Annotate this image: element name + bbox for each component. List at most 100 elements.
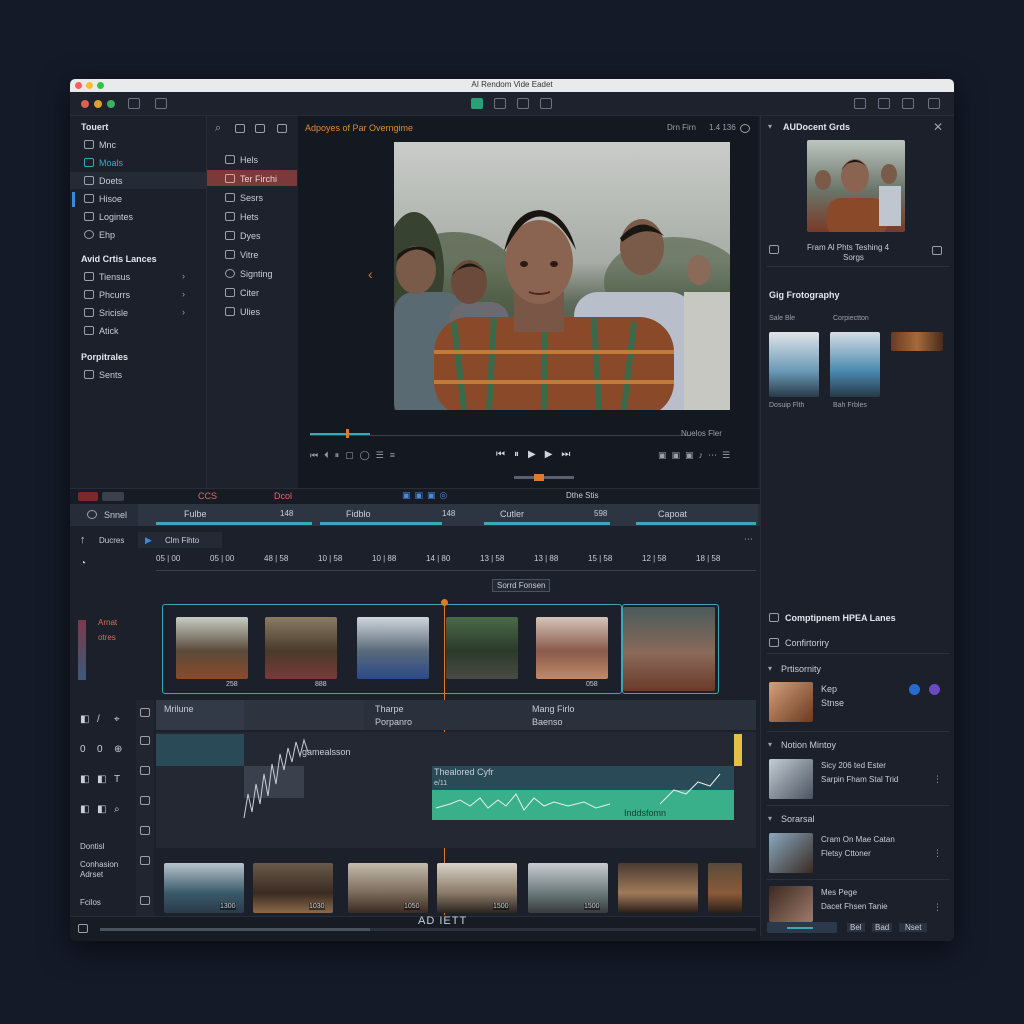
video-clip[interactable] xyxy=(176,617,248,679)
magic-icon[interactable] xyxy=(929,684,940,695)
video-frame[interactable] xyxy=(394,142,730,410)
list-item-title[interactable]: Sicy 206 ted Ester xyxy=(821,761,886,770)
subpanel-item[interactable]: Ulies xyxy=(240,307,260,317)
sidebar-item[interactable]: Moals xyxy=(99,158,123,168)
bottom-button[interactable]: Bel xyxy=(847,923,865,932)
video-clip[interactable] xyxy=(623,607,715,691)
list-item-thumb[interactable] xyxy=(769,833,813,873)
subpanel-item[interactable]: Sesrs xyxy=(240,193,263,203)
list-item-title[interactable]: Cram On Mae Catan xyxy=(821,835,895,844)
tool-icon[interactable]: T xyxy=(114,774,120,785)
settings-button[interactable] xyxy=(540,98,552,109)
mode-button[interactable] xyxy=(102,492,124,501)
video-clip[interactable] xyxy=(357,617,429,679)
text-button[interactable] xyxy=(878,98,890,109)
sidebar-item[interactable]: Doets xyxy=(99,176,123,186)
zoom-slider[interactable] xyxy=(514,476,574,479)
export-icon[interactable] xyxy=(932,246,942,255)
more-icon[interactable]: ⋯ xyxy=(744,534,753,545)
progress-button[interactable] xyxy=(767,922,837,933)
list-item-thumb[interactable] xyxy=(769,886,813,922)
list-item-thumb[interactable] xyxy=(769,682,813,722)
list-item-thumb[interactable] xyxy=(769,759,813,799)
cut-button[interactable] xyxy=(494,98,506,109)
lock-icon[interactable] xyxy=(277,124,287,133)
video-clip[interactable] xyxy=(446,617,518,679)
tool-icon[interactable]: ◧ xyxy=(97,804,106,815)
video-clip[interactable] xyxy=(265,617,337,679)
tool-icon[interactable]: ⌖ xyxy=(114,714,120,725)
arrow-up-icon[interactable]: ↑ xyxy=(80,534,86,546)
track-header[interactable]: Fidblo xyxy=(346,509,371,519)
export-button[interactable] xyxy=(854,98,866,109)
sidebar-item[interactable]: Ehp xyxy=(99,230,115,240)
filmstrip-frame[interactable] xyxy=(708,863,742,913)
scrollbar-thumb[interactable] xyxy=(100,928,370,931)
more-icon[interactable]: ⋮ xyxy=(933,902,942,913)
tool-icon[interactable]: ◧ xyxy=(80,804,89,815)
filmstrip-frame[interactable] xyxy=(618,863,698,913)
track-header[interactable]: Capoat xyxy=(658,509,687,519)
record-button[interactable] xyxy=(78,492,98,501)
tool-icon[interactable]: ◧ xyxy=(80,714,89,725)
scrub-track[interactable] xyxy=(310,435,690,436)
share-button[interactable] xyxy=(928,98,940,109)
import-icon[interactable] xyxy=(235,124,245,133)
subpanel-item[interactable]: Signting xyxy=(240,269,273,279)
grid-view-button[interactable] xyxy=(128,98,140,109)
transport-controls[interactable]: ⏮⏸▶▶⏭ xyxy=(496,449,579,460)
scrub-handle[interactable] xyxy=(346,429,349,438)
tool-icon[interactable]: ◧ xyxy=(97,774,106,785)
timeline-tab[interactable]: Snnel xyxy=(104,510,127,520)
sidebar-item[interactable]: Sricisle xyxy=(99,308,128,318)
gallery-thumb[interactable] xyxy=(769,332,819,397)
lock-icon[interactable] xyxy=(140,796,150,805)
lock-icon[interactable] xyxy=(140,766,150,775)
more-icon[interactable]: ⋮ xyxy=(933,774,942,785)
lock-icon[interactable] xyxy=(140,896,150,905)
sidebar-item[interactable]: Phcurrs xyxy=(99,290,130,300)
sidebar-item[interactable]: Mnc xyxy=(99,140,116,150)
sidebar-item[interactable]: Hisoe xyxy=(99,194,122,204)
panel-button[interactable] xyxy=(902,98,914,109)
like-icon[interactable] xyxy=(255,124,265,133)
collapse-icon[interactable]: ▾ xyxy=(768,814,772,823)
more-icon[interactable]: ⋮ xyxy=(933,848,942,859)
collapse-icon[interactable]: ▾ xyxy=(768,740,772,749)
sidebar-item[interactable]: Sents xyxy=(99,370,122,380)
transport-right-icons[interactable]: ▣▣▣♪⋯☰ xyxy=(658,450,735,461)
time-ruler[interactable]: 05 | 00 05 | 00 48 | 58 10 | 58 10 | 88 14 | … xyxy=(156,554,756,568)
gallery-thumb[interactable] xyxy=(830,332,880,397)
subpanel-item[interactable]: Hels xyxy=(240,155,258,165)
film-button[interactable] xyxy=(517,98,529,109)
search-icon[interactable]: ⌕ xyxy=(215,122,221,135)
tool-icon[interactable]: / xyxy=(97,714,100,725)
audio-clip[interactable] xyxy=(156,734,244,766)
sidebar-item[interactable]: Tiensus xyxy=(99,272,130,282)
inspector-preview[interactable] xyxy=(807,140,905,232)
bottom-button[interactable]: Bad xyxy=(872,923,893,932)
tool-icon[interactable]: ◧ xyxy=(80,774,89,785)
lock-icon[interactable] xyxy=(140,856,150,865)
track-header[interactable]: Fulbe xyxy=(184,509,207,519)
sort-dropdown[interactable]: Sorrd Fonsen xyxy=(492,579,551,592)
zoom-slider-handle[interactable] xyxy=(534,474,544,481)
settings-icon[interactable] xyxy=(740,124,750,133)
video-clip[interactable] xyxy=(536,617,608,679)
lock-icon[interactable] xyxy=(140,708,150,717)
status-icons[interactable]: ▣▣▣◎ xyxy=(402,490,451,501)
subpanel-item[interactable]: Hets xyxy=(240,212,259,222)
subpanel-item[interactable]: Vitre xyxy=(240,250,258,260)
playhead-handle[interactable] xyxy=(441,599,448,606)
collapse-icon[interactable]: ▾ xyxy=(768,664,772,673)
grid-icon[interactable] xyxy=(769,245,779,254)
info-icon[interactable] xyxy=(909,684,920,695)
sidebar-item[interactable]: Atick xyxy=(99,326,119,336)
subpanel-item[interactable]: Ter Firchi xyxy=(240,174,277,184)
tool-icon[interactable]: 0 xyxy=(97,744,103,755)
sidebar-item[interactable]: Logintes xyxy=(99,212,133,222)
list-item-title[interactable]: Mes Pege xyxy=(821,888,857,897)
subpanel-item[interactable]: Citer xyxy=(240,288,259,298)
track-header[interactable]: Cutler xyxy=(500,509,524,519)
list-item-title[interactable]: Kep xyxy=(821,684,837,694)
